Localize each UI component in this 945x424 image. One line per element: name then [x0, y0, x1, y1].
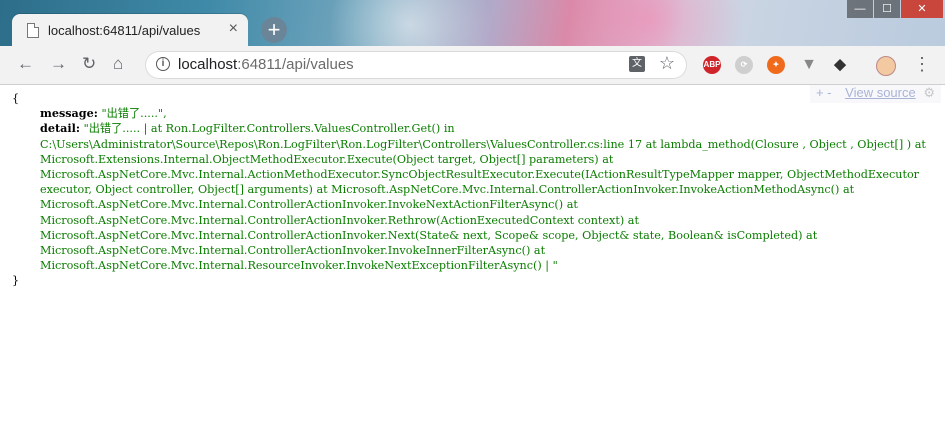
json-key: detail:	[40, 121, 80, 136]
maximize-button[interactable]: ☐	[874, 0, 900, 18]
json-value: "出错了.....",	[101, 107, 167, 121]
json-entry-detail: detail: "出错了..... | at Ron.LogFilter.Con…	[12, 121, 937, 273]
bookmark-star-icon[interactable]: ☆	[659, 53, 675, 74]
url-host: localhost	[178, 56, 238, 73]
json-entry-message: message: "出错了.....",	[12, 106, 937, 121]
json-value: "出错了..... | at Ron.LogFilter.Controllers…	[40, 122, 926, 273]
orange-extension-icon[interactable]: ✦	[767, 56, 785, 74]
url-path: :64811/api/values	[237, 56, 354, 73]
profile-avatar-icon[interactable]	[876, 56, 896, 76]
browser-tab[interactable]: localhost:64811/api/values ×	[12, 14, 248, 46]
sync-extension-icon[interactable]: ⟳	[735, 56, 753, 74]
title-bar: localhost:64811/api/values × + — ☐ ✕	[0, 0, 945, 60]
browser-menu-icon[interactable]: ⋮	[913, 54, 931, 74]
json-close-brace: }	[12, 274, 20, 288]
browser-toolbar: ← → ↻ ⌂ i localhost:64811/api/values 文 ☆…	[0, 46, 945, 85]
vee-extension-icon[interactable]: ▼	[800, 56, 818, 74]
page-icon	[27, 23, 39, 38]
close-window-button[interactable]: ✕	[901, 0, 943, 18]
new-tab-button[interactable]: +	[261, 17, 287, 43]
json-key: message:	[40, 106, 98, 121]
window-controls: — ☐ ✕	[846, 0, 943, 18]
forward-arrow-icon[interactable]: →	[50, 54, 67, 74]
translate-icon[interactable]: 文	[629, 56, 645, 72]
json-body: { message: "出错了.....", detail: "出错了.....…	[12, 91, 937, 289]
page-content: + - View source ⚙ { message: "出错了.....",…	[0, 85, 945, 424]
home-icon[interactable]: ⌂	[113, 54, 123, 74]
tab-title: localhost:64811/api/values	[48, 23, 201, 38]
json-open-brace: {	[12, 92, 20, 105]
back-arrow-icon[interactable]: ←	[17, 54, 34, 74]
bird-extension-icon[interactable]: ◆	[831, 56, 849, 74]
minimize-button[interactable]: —	[847, 0, 873, 18]
tab-close-icon[interactable]: ×	[229, 20, 238, 38]
adblock-plus-icon[interactable]: ABP	[703, 56, 721, 74]
reload-icon[interactable]: ↻	[82, 54, 96, 74]
url-text[interactable]: localhost:64811/api/values	[178, 56, 354, 73]
address-bar[interactable]: i localhost:64811/api/values 文 ☆	[145, 51, 687, 79]
site-info-icon[interactable]: i	[156, 57, 170, 71]
